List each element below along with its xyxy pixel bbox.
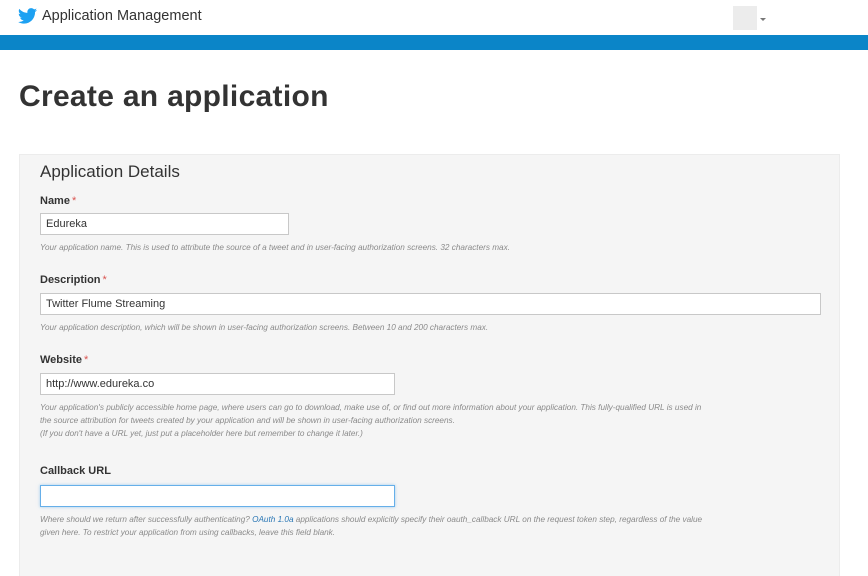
required-marker: * <box>71 195 77 207</box>
description-label-text: Description <box>40 274 101 286</box>
caret-down-icon[interactable] <box>760 17 766 21</box>
callback-url-label: Callback URL <box>40 465 111 477</box>
description-label: Description * <box>40 274 107 286</box>
website-help-line: Your application's publicly accessible h… <box>40 403 702 412</box>
brand[interactable]: Application Management <box>18 8 202 24</box>
callback-url-input[interactable] <box>40 485 395 507</box>
callback-help-line: given here. To restrict your application… <box>40 528 336 538</box>
required-marker: * <box>102 274 107 286</box>
website-help-text: Your application's publicly accessible h… <box>40 401 701 441</box>
website-label: Website * <box>40 354 88 366</box>
name-help-text: Your application name. This is used to a… <box>40 243 510 252</box>
website-help-line: the source attribution for tweets create… <box>40 416 455 426</box>
twitter-bird-icon <box>18 8 37 24</box>
user-menu[interactable] <box>733 6 766 30</box>
page-title: Create an application <box>19 80 329 113</box>
top-navigation-bar: Application Management <box>0 0 868 36</box>
avatar[interactable] <box>733 6 757 30</box>
callback-help-text-start: Where should we return after successfull… <box>40 515 253 524</box>
description-help-text: Your application description, which will… <box>40 323 489 332</box>
website-label-text: Website <box>40 354 82 366</box>
oauth-link[interactable]: OAuth 1.0a <box>252 515 293 524</box>
section-title: Application Details <box>40 162 180 181</box>
application-details-panel: Application Details Name* Your applicati… <box>19 154 840 576</box>
required-marker: * <box>83 354 89 366</box>
website-input[interactable] <box>40 373 395 395</box>
accent-bar <box>0 35 868 50</box>
name-label-text: Name <box>40 195 70 207</box>
name-label: Name * <box>40 195 76 207</box>
callback-help-text-end: applications should explicitly specify t… <box>293 515 703 524</box>
description-input[interactable] <box>40 293 821 315</box>
callback-help-text: Where should we return after successfull… <box>40 513 702 539</box>
name-input[interactable] <box>40 213 289 235</box>
app-title: Application Management <box>42 8 202 24</box>
website-help-line: (If you don't have a URL yet, just put a… <box>40 429 363 439</box>
callback-help-line: Where should we return after successfull… <box>40 513 702 526</box>
